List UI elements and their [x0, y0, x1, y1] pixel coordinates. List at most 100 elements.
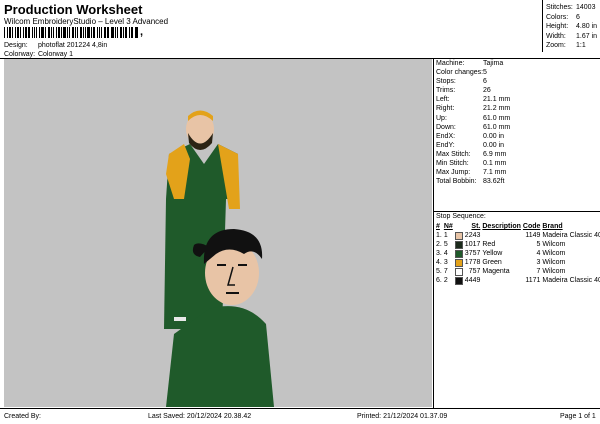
- barcode-bar: [76, 27, 78, 38]
- footer-divider: [0, 408, 600, 409]
- info-machine: Machine: Tajima: [436, 60, 504, 67]
- info-divider: [433, 58, 434, 408]
- info-endx: EndX: 0.00 in: [436, 132, 505, 140]
- barcode-bar: [93, 27, 95, 38]
- stop-num: 1.: [436, 232, 442, 239]
- stop-brand: Madeira Classic 40: [542, 232, 600, 239]
- color-swatch: [454, 240, 463, 249]
- stop-sequence-title: Stop Sequence:: [436, 213, 486, 220]
- barcode-bar: [132, 27, 134, 38]
- stop-needle: 4: [443, 250, 448, 257]
- barcode-bar: [38, 27, 41, 38]
- col-code: Code: [522, 223, 541, 230]
- stop-swatch: [454, 249, 464, 258]
- barcode-bar: [108, 27, 110, 38]
- barcode-bar: [6, 27, 8, 38]
- info-endy: EndY: 0.00 in: [436, 141, 505, 149]
- stop-description: Green: [482, 259, 502, 266]
- stop-swatch: [454, 240, 464, 249]
- barcode-bar: [135, 27, 139, 38]
- info-total-bobbin: Total Bobbin: 83.62ft: [436, 178, 505, 186]
- barcode-bar: [55, 27, 57, 38]
- barcode-bar: [45, 27, 47, 38]
- stop-description: Magenta: [482, 268, 510, 275]
- software-subtitle: Wilcom EmbroideryStudio – Level 3 Advanc…: [4, 17, 169, 26]
- barcode-bar: [82, 27, 84, 38]
- created-by: Created By:: [4, 413, 41, 420]
- stat-height: Height: 4.80 in: [546, 23, 598, 30]
- design-row: Design: photoflat 201224 4,8in: [4, 42, 107, 49]
- stop-description: Yellow: [482, 250, 503, 257]
- stop-description: [481, 276, 522, 285]
- printed-date: Printed: 21/12/2024 01.37.09: [357, 413, 448, 420]
- design-label: Design:: [4, 42, 28, 49]
- barcode-bar: [27, 27, 30, 38]
- stop-code: 1171: [525, 277, 541, 284]
- col-stitches: St.: [471, 223, 481, 230]
- stop-description: [481, 231, 522, 240]
- stop-needle: 5: [443, 241, 448, 248]
- stats-panel: Stitches: 14003 Colors: 6 Height: 4.80 in W…: [546, 4, 597, 52]
- barcode-bar: [25, 27, 27, 38]
- machine-info-panel: Machine: Tajima Color changes:5 Stops: 6 T…: [436, 60, 510, 187]
- info-max-stitch: Max Stitch: 6.9 mm: [436, 150, 507, 158]
- info-left: Left: 21.1 mm: [436, 96, 511, 104]
- stop-swatch: [454, 231, 464, 240]
- barcode-bar: [63, 27, 67, 38]
- stop-stitches: 1017: [464, 241, 481, 248]
- colorway-row: Colorway: Colorway 1: [4, 51, 73, 58]
- barcode-bar: [106, 27, 108, 38]
- barcode-bar: [96, 27, 98, 38]
- stop-brand: Wilcom: [542, 259, 566, 266]
- col-needle: N#: [443, 223, 453, 230]
- barcode-bar: [103, 27, 106, 38]
- stop-row: 6. 2 4449 1171 Madeira Classic 40: [435, 276, 600, 285]
- stop-brand: Wilcom: [542, 268, 566, 275]
- info-up: Up: 61.0 mm: [436, 114, 511, 122]
- barcode-bar: [128, 27, 130, 38]
- colorway-label: Colorway:: [4, 51, 36, 58]
- info-stops: Stops: 6: [436, 78, 487, 86]
- stop-brand: Wilcom: [542, 250, 566, 257]
- stop-num: 6.: [436, 277, 442, 284]
- stop-needle: 3: [443, 259, 448, 266]
- info-right: Right: 21.2 mm: [436, 105, 511, 113]
- stats-divider: [542, 0, 543, 52]
- color-swatch: [454, 258, 463, 267]
- stat-zoom: Zoom: 1:1: [546, 42, 586, 49]
- barcode-bar: [130, 27, 132, 38]
- color-swatch: [454, 267, 463, 276]
- stop-needle: 2: [443, 277, 448, 284]
- stop-code: 7: [536, 268, 541, 275]
- info-down: Down: 61.0 mm: [436, 123, 511, 131]
- info-trims: Trims: 26: [436, 87, 491, 95]
- barcode-bar: [120, 27, 122, 38]
- color-swatch: [454, 276, 463, 285]
- barcode-bar: [41, 27, 45, 38]
- col-num: #: [436, 223, 440, 230]
- stop-divider: [434, 211, 600, 212]
- barcode-bar: [4, 27, 5, 38]
- stop-needle: 7: [443, 268, 448, 275]
- stop-stitches: 4449: [464, 277, 481, 284]
- barcode-bar: [74, 27, 76, 38]
- stop-code: 1149: [525, 232, 541, 239]
- stop-num: 3.: [436, 250, 442, 257]
- stop-sequence-table: # N# St. Description Code Brand 1. 1 2243 1…: [435, 222, 600, 285]
- stat-stitches: Stitches: 14003: [546, 4, 596, 11]
- embroidery-preview-image: [164, 110, 274, 407]
- stop-stitches: 757: [468, 268, 481, 275]
- barcode-bar: [87, 27, 91, 38]
- barcode-bar: [122, 27, 124, 38]
- barcode-bar: [84, 27, 86, 38]
- barcode-bar: [100, 27, 102, 38]
- col-brand: Brand: [542, 223, 563, 230]
- stop-row: 4. 3 1778 Green 3 Wilcom: [435, 258, 600, 267]
- stop-swatch: [454, 258, 464, 267]
- stop-needle: 1: [443, 232, 448, 239]
- barcode-bar: [14, 27, 16, 38]
- info-min-stitch: Min Stitch: 0.1 mm: [436, 160, 507, 168]
- stop-code: 4: [536, 250, 541, 257]
- barcode-bar: [67, 27, 69, 38]
- barcode-suffix: ,: [140, 26, 144, 38]
